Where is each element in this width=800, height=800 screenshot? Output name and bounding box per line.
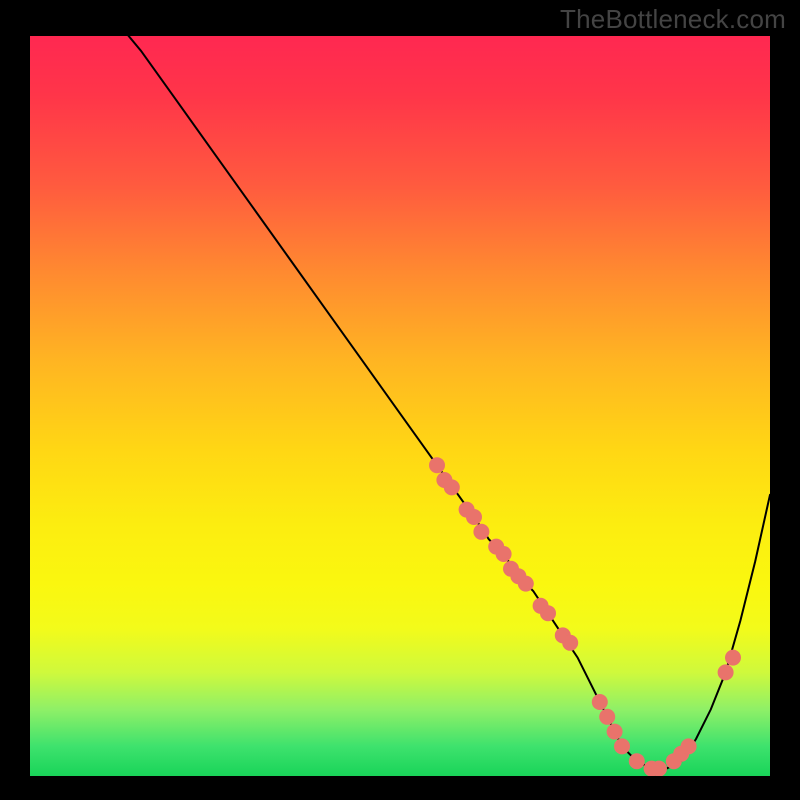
curve-svg (30, 36, 770, 776)
data-marker (473, 524, 489, 540)
data-marker (540, 605, 556, 621)
data-marker (518, 576, 534, 592)
watermark: TheBottleneck.com (560, 4, 786, 35)
data-marker (562, 635, 578, 651)
data-marker (718, 664, 734, 680)
plot-area (30, 36, 770, 776)
data-marker (496, 546, 512, 562)
data-marker (681, 738, 697, 754)
chart-container: TheBottleneck.com (0, 0, 800, 800)
data-marker (725, 650, 741, 666)
watermark-text: TheBottleneck.com (560, 4, 786, 34)
data-marker (599, 709, 615, 725)
data-marker (629, 753, 645, 769)
data-marker (614, 738, 630, 754)
data-marker (466, 509, 482, 525)
data-marker (429, 457, 445, 473)
curve-group (30, 36, 770, 769)
data-marker (607, 724, 623, 740)
data-marker (651, 761, 667, 776)
bottleneck-curve (30, 36, 770, 769)
data-marker (444, 479, 460, 495)
markers-group (429, 457, 741, 776)
data-marker (592, 694, 608, 710)
